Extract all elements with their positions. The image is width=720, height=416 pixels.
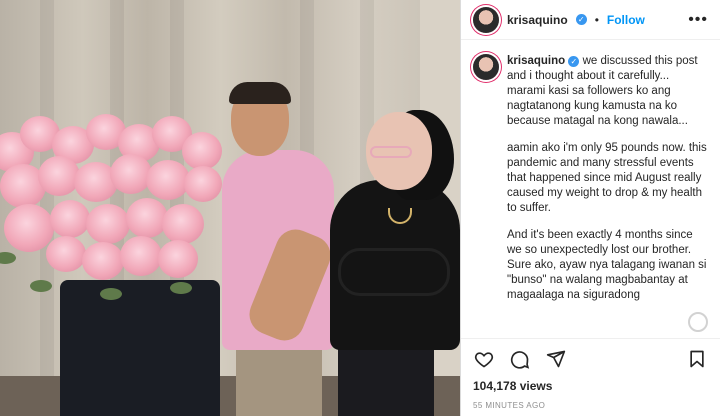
caption-paragraph: aamin ako i'm only 95 pounds now. this p… — [507, 142, 707, 214]
more-options-icon[interactable]: ••• — [688, 11, 708, 29]
post-side-panel: krisaquino ✓ • Follow ••• krisaquino ✓ w… — [460, 0, 720, 416]
comment-icon[interactable] — [509, 348, 531, 370]
caption-avatar[interactable] — [473, 54, 499, 80]
instagram-post-view: krisaquino ✓ • Follow ••• krisaquino ✓ w… — [0, 0, 720, 416]
header-separator: • — [594, 12, 599, 27]
woman-figure-arms — [338, 248, 450, 296]
post-timestamp[interactable]: 55 MINUTES AGO — [473, 401, 708, 410]
follow-button[interactable]: Follow — [607, 13, 645, 27]
paper-plane-icon[interactable] — [545, 348, 567, 370]
caption-text: krisaquino ✓ we discussed this post and … — [507, 54, 708, 338]
caption-section: krisaquino ✓ we discussed this post and … — [461, 40, 720, 338]
avatar[interactable] — [473, 6, 499, 33]
verified-badge-icon: ✓ — [575, 14, 587, 25]
view-count[interactable]: 104,178 views — [473, 379, 708, 393]
post-photo[interactable] — [0, 0, 460, 416]
bookmark-icon[interactable] — [686, 348, 708, 370]
watermark-icon — [688, 312, 708, 332]
heart-icon[interactable] — [473, 348, 495, 370]
username-link[interactable]: krisaquino — [507, 13, 568, 27]
verified-badge-icon: ✓ — [568, 56, 580, 67]
man-figure-hair — [229, 82, 291, 104]
woman-figure-glasses — [370, 146, 412, 158]
post-actions: 104,178 views 55 MINUTES AGO — [461, 338, 720, 416]
post-header: krisaquino ✓ • Follow ••• — [461, 0, 720, 40]
caption-paragraph: And it's been exactly 4 months since we … — [507, 229, 707, 301]
caption-username-link[interactable]: krisaquino — [507, 55, 565, 67]
action-icons-row — [473, 347, 708, 371]
rose-bouquet — [0, 112, 240, 312]
